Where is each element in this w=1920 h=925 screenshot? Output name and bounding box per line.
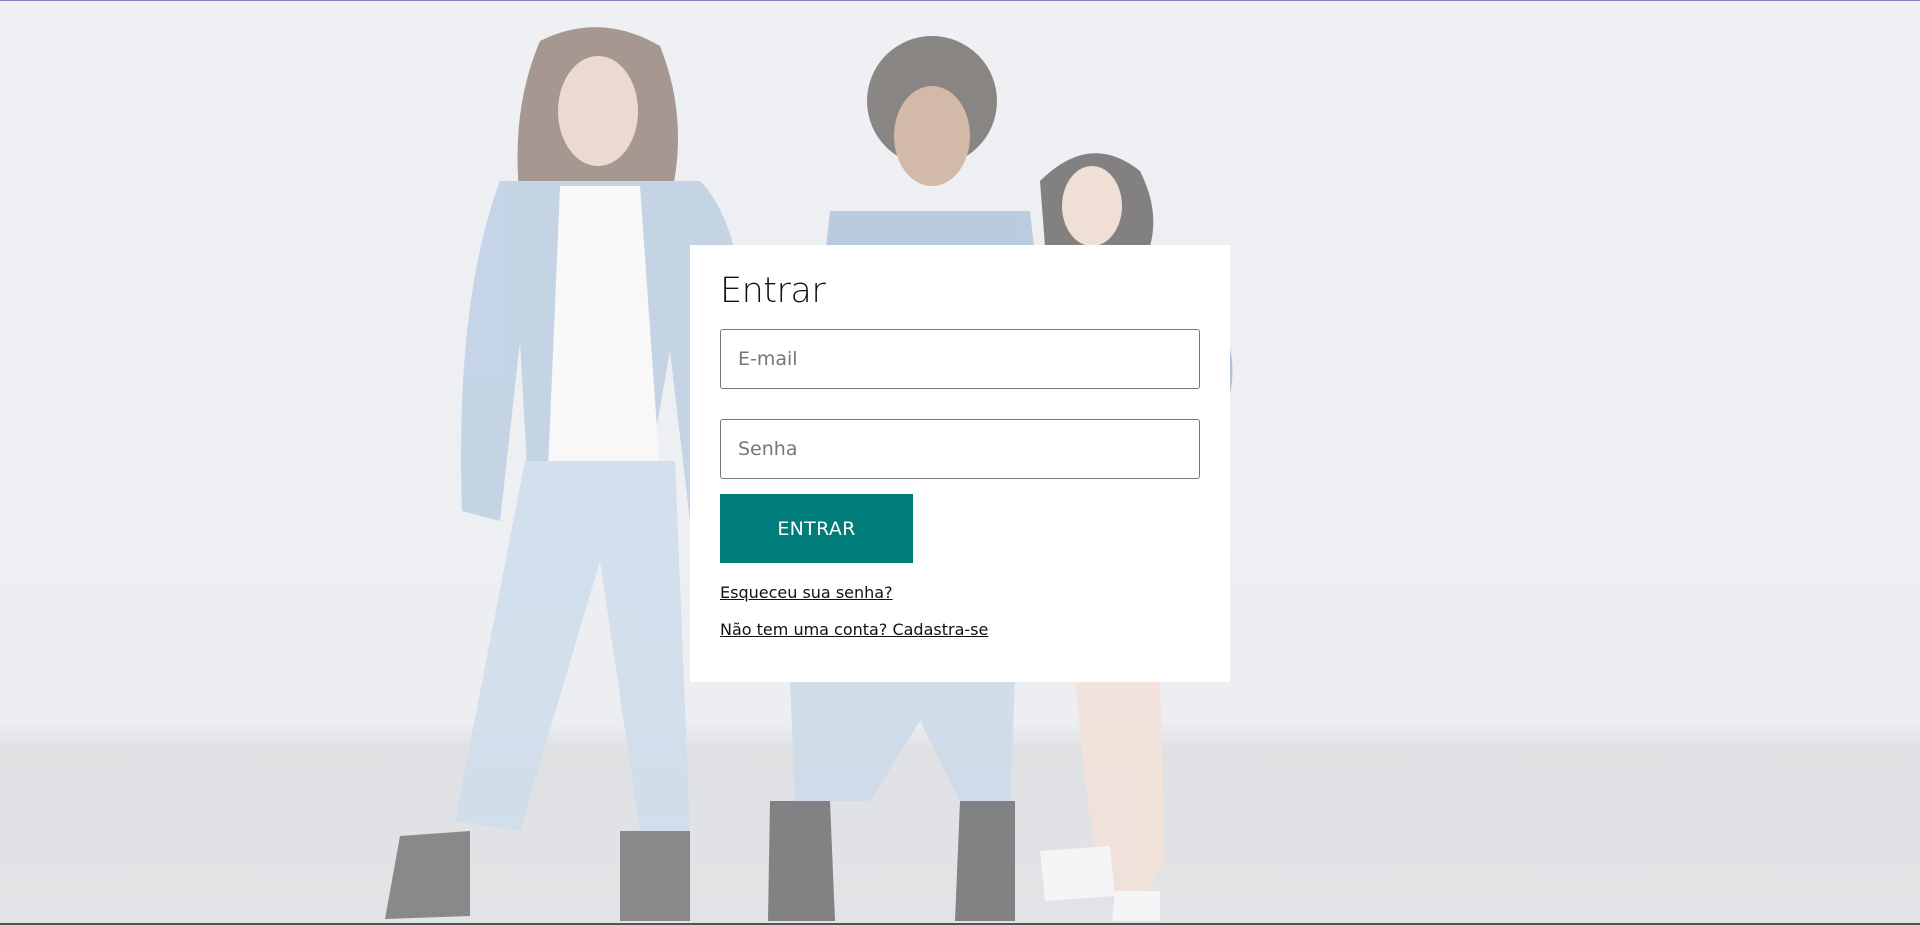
forgot-password-link[interactable]: Esqueceu sua senha? <box>720 583 1200 603</box>
login-title: Entrar <box>720 271 826 311</box>
login-submit-button[interactable]: ENTRAR <box>720 494 913 563</box>
email-input[interactable] <box>720 329 1200 389</box>
signup-link[interactable]: Não tem uma conta? Cadastra-se <box>720 620 1200 640</box>
login-page: Entrar ENTRAR Esqueceu sua senha? Não te… <box>0 0 1920 925</box>
login-card: Entrar ENTRAR Esqueceu sua senha? Não te… <box>690 245 1230 682</box>
password-input[interactable] <box>720 419 1200 479</box>
